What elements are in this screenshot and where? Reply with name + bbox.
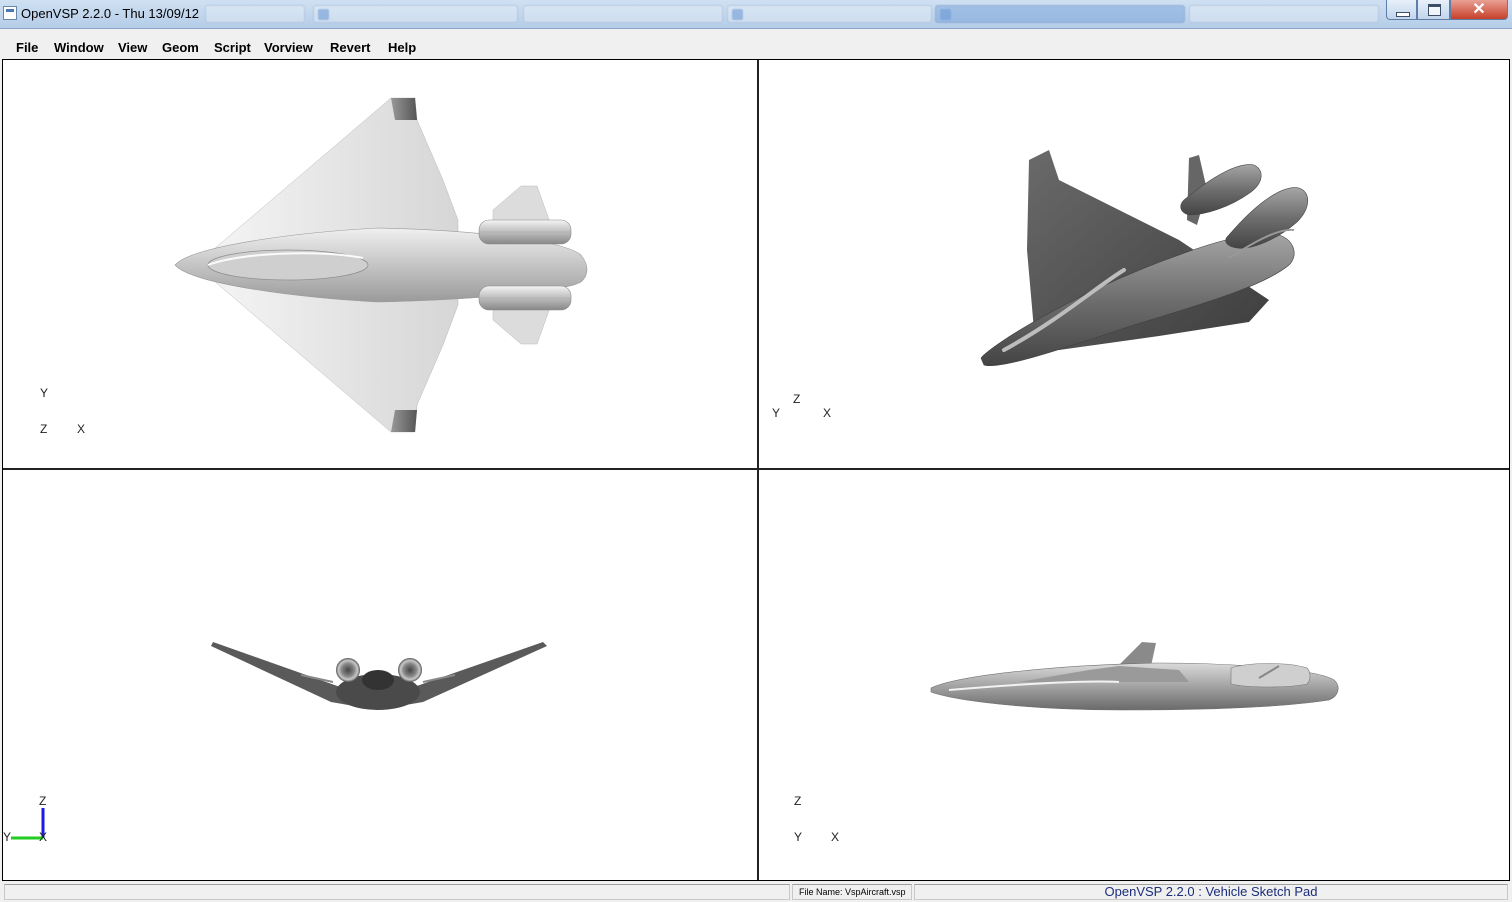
viewport-area: Y Z X Y Z X Z Y X Z Y X (2, 59, 1510, 881)
viewport-vertical-divider[interactable] (757, 60, 759, 880)
menu-vorview[interactable]: Vorview (264, 40, 313, 55)
axis-x-label: X (77, 422, 86, 436)
axis-y-label: Y (772, 406, 781, 420)
menu-file[interactable]: File (16, 40, 38, 55)
close-icon: ✕ (1472, 1, 1486, 18)
axis-x-label: X (823, 406, 832, 420)
side-view-aircraft (930, 642, 1339, 711)
background-window-tab (935, 5, 1185, 23)
menu-window[interactable]: Window (54, 40, 104, 55)
isometric-view-aircraft (980, 150, 1309, 367)
front-view-aircraft (11, 642, 547, 840)
app-icon[interactable] (3, 6, 17, 20)
background-window-tab (313, 5, 518, 23)
close-button[interactable]: ✕ (1450, 0, 1508, 20)
background-window-tab (205, 5, 305, 23)
app-title-status: OpenVSP 2.2.0 : Vehicle Sketch Pad (914, 884, 1508, 900)
background-window-tab (1189, 5, 1379, 23)
axis-y-label: Y (794, 830, 803, 844)
background-window-tab (727, 5, 932, 23)
side-view-viewport[interactable]: Z Y X (759, 470, 1509, 880)
background-window-tab (523, 5, 723, 23)
axis-z-label: Z (794, 794, 802, 808)
title-bar[interactable]: OpenVSP 2.2.0 - Thu 13/09/12 ✕ (0, 0, 1512, 29)
menu-revert[interactable]: Revert (330, 40, 370, 55)
axis-y-label: Y (3, 830, 12, 844)
background-task-strip (205, 3, 1380, 25)
axis-z-label: Z (39, 794, 47, 808)
minimize-icon (1396, 12, 1410, 17)
maximize-button[interactable] (1417, 0, 1450, 20)
window-title: OpenVSP 2.2.0 - Thu 13/09/12 (21, 6, 200, 21)
axis-z-label: Z (793, 392, 801, 406)
status-panel-empty (4, 884, 790, 900)
front-view-viewport[interactable]: Z Y X (3, 470, 757, 880)
browser-tab-icon (940, 9, 951, 20)
axis-y-label: Y (40, 386, 49, 400)
status-bar: File Name: VspAircraft.vsp OpenVSP 2.2.0… (0, 882, 1512, 902)
menu-bar: File Window View Geom Script Vorview Rev… (0, 29, 1512, 58)
minimize-button[interactable] (1386, 0, 1417, 20)
browser-tab-icon (318, 9, 329, 20)
top-view-aircraft (174, 97, 588, 433)
menu-help[interactable]: Help (388, 40, 416, 55)
viewport-horizontal-divider[interactable] (3, 468, 1509, 470)
menu-geom[interactable]: Geom (162, 40, 199, 55)
top-view-viewport[interactable]: Y Z X (3, 60, 757, 468)
isometric-view-viewport[interactable]: Y Z X (759, 60, 1509, 468)
axis-z-label: Z (40, 422, 48, 436)
maximize-icon (1428, 4, 1441, 16)
axis-x-label: X (39, 830, 48, 844)
menu-view[interactable]: View (118, 40, 147, 55)
menu-script[interactable]: Script (214, 40, 251, 55)
file-name-status: File Name: VspAircraft.vsp (792, 884, 912, 900)
axis-x-label: X (831, 830, 840, 844)
browser-tab-icon (732, 9, 743, 20)
